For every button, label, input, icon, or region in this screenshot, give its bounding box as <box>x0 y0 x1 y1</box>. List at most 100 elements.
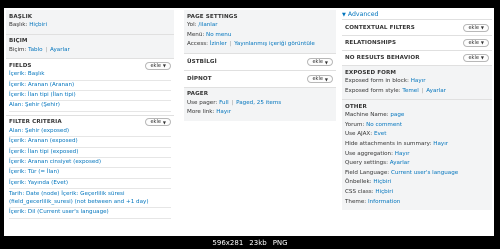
more-link-value[interactable]: Hayır <box>216 109 231 115</box>
other-row-link[interactable]: Ayarlar <box>390 160 410 166</box>
filter-item[interactable]: İçerik: Aranan cinsiyet (exposed) <box>9 158 171 169</box>
advanced-toggle[interactable]: ▼ Advanced <box>342 10 492 19</box>
relationships-section: RELATIONSHIPS ekle ▼ <box>342 35 492 50</box>
field-item[interactable]: İçerik: İlan tipi (İlan tipi) <box>9 91 171 102</box>
filter-item[interactable]: İçerik: Tür (= İlan) <box>9 168 171 179</box>
field-item[interactable]: İçerik: Başlık <box>9 70 171 81</box>
relationships-add-label: ekle <box>468 39 479 46</box>
title-heading: BAŞLIK <box>9 13 33 20</box>
header-add-label: ekle <box>312 59 323 66</box>
format-settings-link[interactable]: Ayarlar <box>50 47 70 53</box>
path-link[interactable]: /ilanlar <box>198 22 217 28</box>
no-results-add-button[interactable]: ekle ▼ <box>463 53 489 62</box>
field-item[interactable]: İçerik: Aranan (Aranan) <box>9 81 171 91</box>
relationships-add-button[interactable]: ekle ▼ <box>463 38 489 47</box>
no-results-section: NO RESULTS BEHAVIOR ekle ▼ <box>342 50 492 65</box>
footer-add-label: ekle <box>312 76 323 83</box>
pager-section: PAGER Use pager: Full | Paged, 25 items … <box>184 86 336 121</box>
format-section: BIÇIM Biçim: Tablo | Ayarlar <box>6 33 174 59</box>
filter-item[interactable]: İçerik: Dil (Current user's language) <box>9 208 171 219</box>
middle-column: PAGE SETTINGS Yol: /ilanlar Menü: No men… <box>184 10 336 121</box>
fields-add-label: ekle <box>150 62 161 69</box>
other-row-label: Query settings: <box>345 160 388 167</box>
footer-heading: DİPNOT <box>187 76 212 83</box>
filter-item[interactable]: Alan: Şehir (exposed) <box>9 127 171 138</box>
other-row-label: CSS class: <box>345 188 374 195</box>
relationships-heading: RELATIONSHIPS <box>345 39 397 46</box>
chevron-down-icon: ▼ <box>480 25 484 30</box>
exposed-style-link[interactable]: Temel <box>402 88 418 94</box>
field-item[interactable]: Alan: Şehir (Şehir) <box>9 101 171 112</box>
pager-type-link[interactable]: Full <box>219 100 229 106</box>
other-row-link[interactable]: Hiçbiri <box>375 189 393 195</box>
use-pager-label: Use pager: <box>187 99 218 106</box>
chevron-down-icon: ▼ <box>162 119 166 125</box>
other-row-link[interactable]: Evet <box>374 131 386 137</box>
contextual-filters-heading: CONTEXTUAL FILTERS <box>345 24 415 31</box>
other-row-label: Yorum: <box>345 121 365 128</box>
fields-heading: FIELDS <box>9 62 32 69</box>
footer-add-button[interactable]: ekle ▼ <box>307 75 333 84</box>
pager-items-link[interactable]: Paged, 25 items <box>236 100 281 106</box>
pager-separator: | <box>231 99 234 106</box>
title-label: Başlık: <box>9 22 28 28</box>
exposed-style-separator: | <box>421 87 424 94</box>
filter-item[interactable]: İçerik: İlan tipi (exposed) <box>9 148 171 159</box>
more-link-label: More link: <box>187 109 215 116</box>
other-row-link[interactable]: page <box>390 112 404 118</box>
fields-add-button[interactable]: ekle ▼ <box>145 61 171 70</box>
no-results-heading: NO RESULTS BEHAVIOR <box>345 54 420 61</box>
exposed-block-link[interactable]: Hayır <box>411 78 426 84</box>
format-value-link[interactable]: Tablo <box>28 47 42 53</box>
filter-item[interactable]: İçerik: Aranan (exposed) <box>9 137 171 148</box>
format-heading: BIÇIM <box>9 38 28 45</box>
header-add-button[interactable]: ekle ▼ <box>307 58 333 67</box>
filters-add-button[interactable]: ekle ▼ <box>145 118 171 127</box>
other-row-label: Use AJAX: <box>345 131 373 138</box>
other-row-link[interactable]: No comment <box>366 122 402 128</box>
no-results-add-label: ekle <box>468 54 479 61</box>
other-row-label: Hide attachments in summary: <box>345 140 432 147</box>
exposed-form-heading: EXPOSED FORM <box>345 69 397 76</box>
access-separator: | <box>229 41 232 48</box>
other-row-link[interactable]: Hiçbiri <box>373 179 391 185</box>
filters-section: FILTER CRITERIA ekle ▼ Alan: Şehir (expos… <box>6 114 174 222</box>
filter-item[interactable]: Tarih: Date (node) İçerik: Geçerlilik sü… <box>9 189 171 209</box>
filters-heading: FILTER CRITERIA <box>9 119 62 126</box>
other-row-link[interactable]: Current user's language <box>391 170 458 176</box>
header-section: ÜSTBİLGİ ekle ▼ <box>184 52 336 70</box>
contextual-add-button[interactable]: ekle ▼ <box>463 23 489 32</box>
advanced-label: Advanced <box>347 11 379 18</box>
other-row-label: Önbellek: <box>345 179 372 186</box>
access-link[interactable]: İzinler <box>210 41 227 47</box>
filter-item[interactable]: İçerik: Yayında (Evet) <box>9 179 171 190</box>
exposed-style-settings-link[interactable]: Ayarlar <box>426 88 446 94</box>
left-column: BAŞLIK Başlık: Hiçbiri BIÇIM Biçim: Tabl… <box>6 10 174 222</box>
views-edit-panel: BAŞLIK Başlık: Hiçbiri BIÇIM Biçim: Tabl… <box>4 8 494 236</box>
other-row-label: Field Language: <box>345 169 390 176</box>
header-heading: ÜSTBİLGİ <box>187 59 217 66</box>
access-permission-link[interactable]: Yayınlanmış içeriği görüntüle <box>234 41 315 47</box>
format-separator: | <box>45 46 48 53</box>
chevron-down-icon: ▼ <box>480 40 484 45</box>
image-file-size: 23kb <box>249 238 267 247</box>
chevron-down-icon: ▼ <box>480 55 484 60</box>
other-row-link[interactable]: Hayır <box>395 151 410 157</box>
format-label: Biçim: <box>9 46 27 53</box>
chevron-down-icon: ▼ <box>324 76 328 82</box>
other-row-link[interactable]: Information <box>368 199 400 205</box>
menu-link[interactable]: No menu <box>206 32 231 38</box>
exposed-style-label: Exposed form style: <box>345 87 401 94</box>
fields-section: FIELDS ekle ▼ İçerik: Başlık İçerik: Aran… <box>6 58 174 115</box>
title-value-link[interactable]: Hiçbiri <box>29 22 47 28</box>
other-row-label: Machine Name: <box>345 112 389 119</box>
image-format: PNG <box>272 238 288 247</box>
exposed-form-section: EXPOSED FORM Exposed form in block: Hayı… <box>342 65 492 100</box>
other-row-link[interactable]: Hayır <box>433 141 448 147</box>
window-top-frame <box>0 0 500 8</box>
footer-section: DİPNOT ekle ▼ <box>184 69 336 87</box>
access-label: Access: <box>187 41 209 48</box>
other-row-label: Use aggregation: <box>345 150 393 157</box>
menu-label: Menü: <box>187 31 205 38</box>
image-viewer-status-bar: 596x281 23kb PNG <box>0 236 500 249</box>
